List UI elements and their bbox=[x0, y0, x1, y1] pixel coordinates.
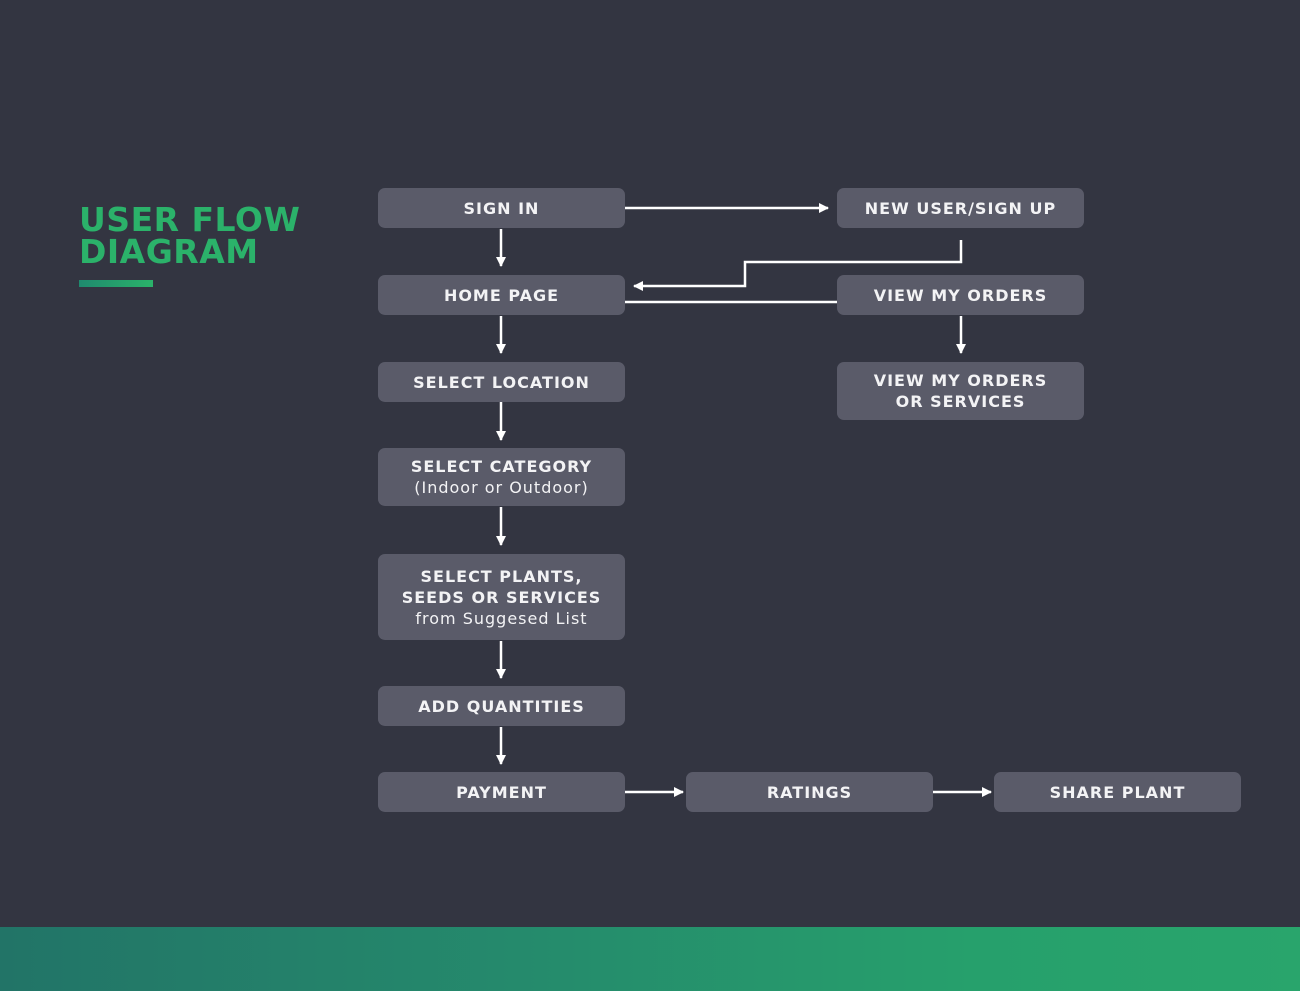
node-label-line-2: SEEDS OR SERVICES bbox=[401, 587, 602, 607]
node-sign-in: SIGN IN bbox=[378, 188, 625, 228]
node-label: NEW USER/SIGN UP bbox=[864, 198, 1057, 218]
node-select-location: SELECT LOCATION bbox=[378, 362, 625, 402]
node-label: SELECT LOCATION bbox=[413, 372, 590, 392]
node-sublabel: from Suggesed List bbox=[415, 608, 588, 628]
node-view-my-orders: VIEW MY ORDERS bbox=[837, 275, 1084, 315]
node-label: SIGN IN bbox=[463, 198, 540, 218]
node-home-page: HOME PAGE bbox=[378, 275, 625, 315]
node-label: RATINGS bbox=[766, 782, 853, 802]
node-label: VIEW MY ORDERS bbox=[873, 285, 1048, 305]
node-label: VIEW MY ORDERS OR SERVICES bbox=[873, 371, 1048, 411]
node-payment: PAYMENT bbox=[378, 772, 625, 812]
node-select-category: SELECT CATEGORY (Indoor or Outdoor) bbox=[378, 448, 625, 506]
node-label: ADD QUANTITIES bbox=[418, 696, 585, 716]
node-view-orders-services: VIEW MY ORDERS OR SERVICES bbox=[837, 362, 1084, 420]
node-share-plant: SHARE PLANT bbox=[994, 772, 1241, 812]
node-label: PAYMENT bbox=[456, 782, 547, 802]
node-select-plants: SELECT PLANTS, SEEDS OR SERVICES from Su… bbox=[378, 554, 625, 640]
node-ratings: RATINGS bbox=[686, 772, 933, 812]
node-label: SHARE PLANT bbox=[1049, 782, 1186, 802]
node-label: SELECT CATEGORY bbox=[410, 457, 593, 476]
node-new-user-sign-up: NEW USER/SIGN UP bbox=[837, 188, 1084, 228]
node-label-line-1: SELECT PLANTS, bbox=[420, 566, 583, 586]
node-label: HOME PAGE bbox=[443, 285, 560, 305]
footer-gradient-band bbox=[0, 927, 1300, 991]
node-sublabel: (Indoor or Outdoor) bbox=[414, 478, 589, 497]
flow-connectors bbox=[496, 203, 992, 797]
node-add-quantities: ADD QUANTITIES bbox=[378, 686, 625, 726]
